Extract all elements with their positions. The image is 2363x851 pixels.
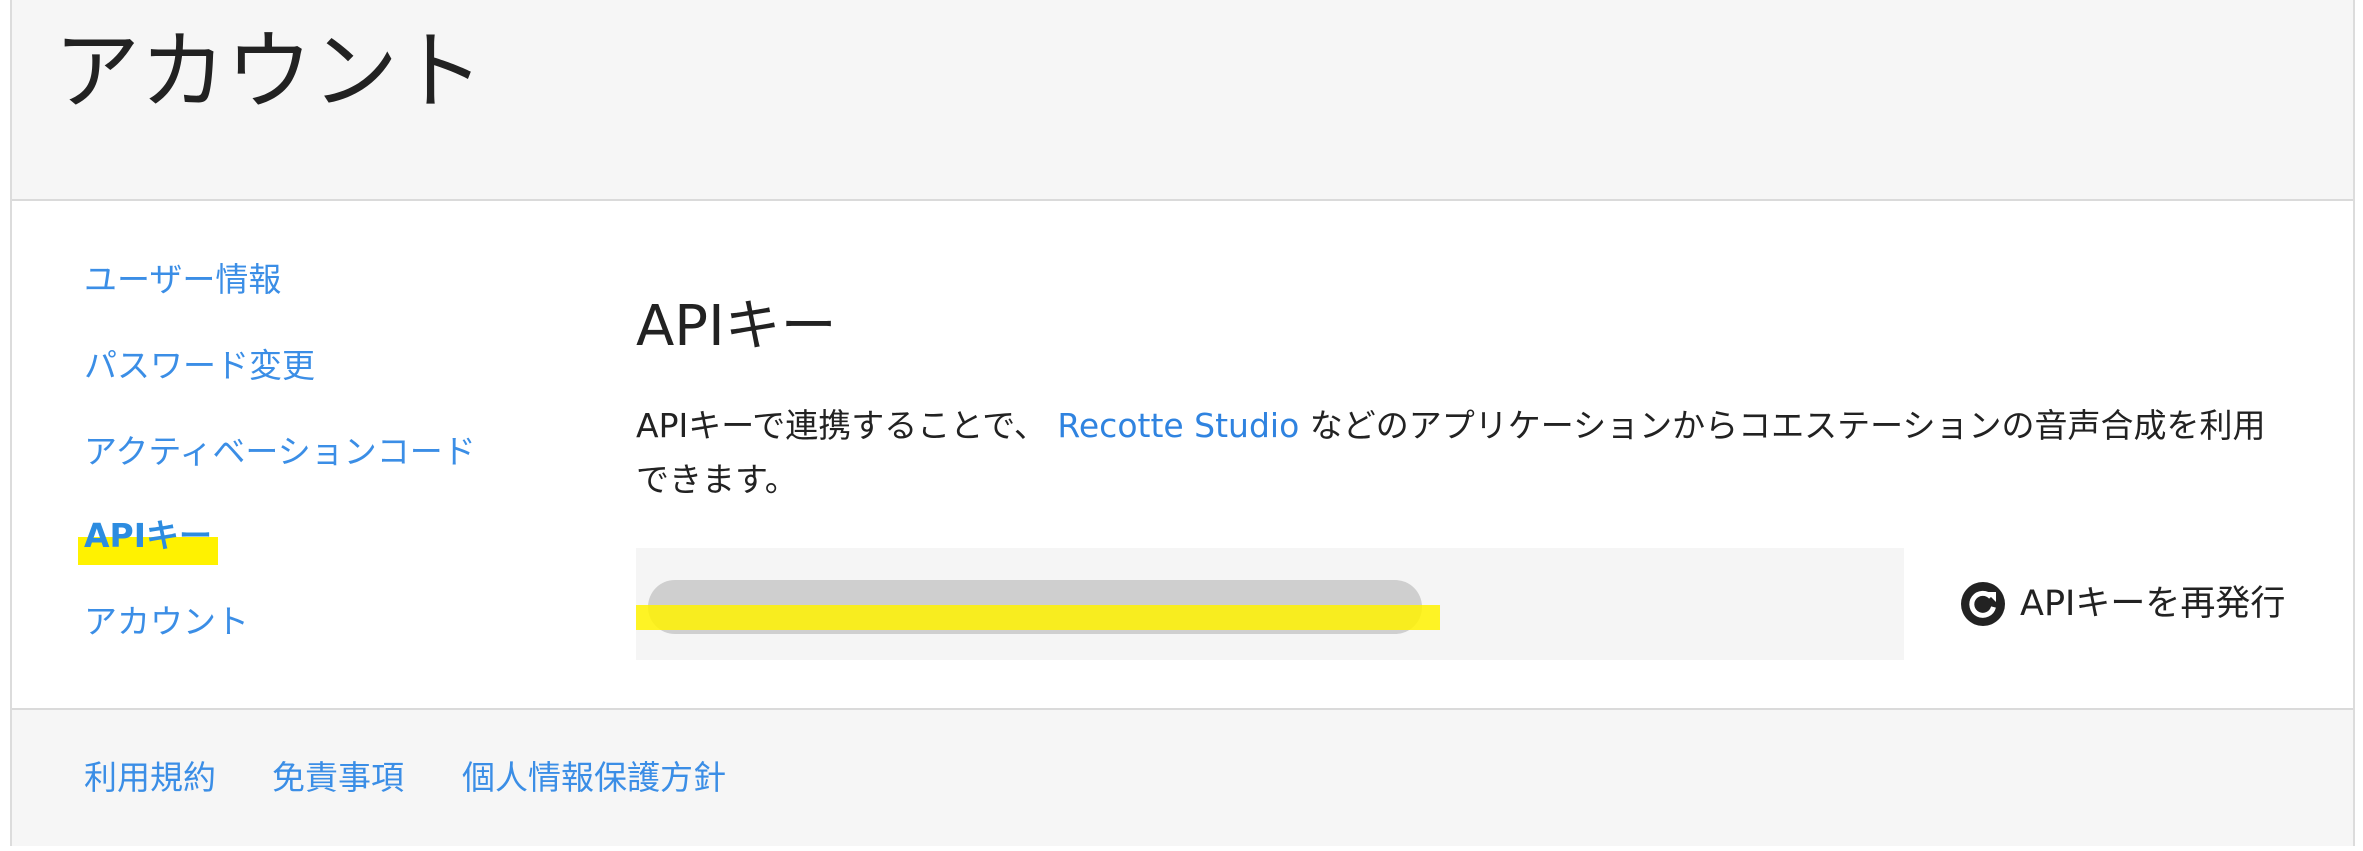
page-title: アカウント (54, 22, 484, 122)
description-text-before: APIキーで連携することで、 (636, 406, 1058, 445)
regenerate-api-key-button[interactable]: APIキーを再発行 (1960, 574, 2285, 634)
footer-link-privacy-policy[interactable]: 個人情報保護方針 (462, 754, 726, 802)
sidebar-item-password-change[interactable]: パスワード変更 (84, 342, 315, 390)
footer-link-terms[interactable]: 利用規約 (84, 754, 216, 802)
regenerate-button-label: APIキーを再発行 (2020, 584, 2286, 624)
api-key-description: APIキーで連携することで、 Recotte Studio などのアプリケーショ… (636, 399, 2286, 507)
refresh-icon (1961, 582, 2005, 626)
sidebar-item-api-key[interactable]: APIキー (84, 512, 212, 560)
sidebar-item-account[interactable]: アカウント (84, 598, 249, 646)
footer-link-disclaimer[interactable]: 免責事項 (272, 754, 404, 802)
section-title: APIキー (636, 294, 837, 359)
api-key-field[interactable] (636, 548, 1904, 660)
page-footer: 利用規約 免責事項 個人情報保護方針 (12, 708, 2353, 846)
page-header: アカウント (12, 0, 2353, 201)
sidebar-item-user-info[interactable]: ユーザー情報 (84, 256, 281, 304)
account-card: アカウント ユーザー情報 パスワード変更 アクティベーションコード APIキー … (10, 0, 2355, 846)
recotte-studio-link[interactable]: Recotte Studio (1057, 406, 1299, 445)
api-key-highlight (636, 605, 1440, 630)
sidebar-item-activation-code[interactable]: アクティベーションコード (84, 428, 476, 476)
